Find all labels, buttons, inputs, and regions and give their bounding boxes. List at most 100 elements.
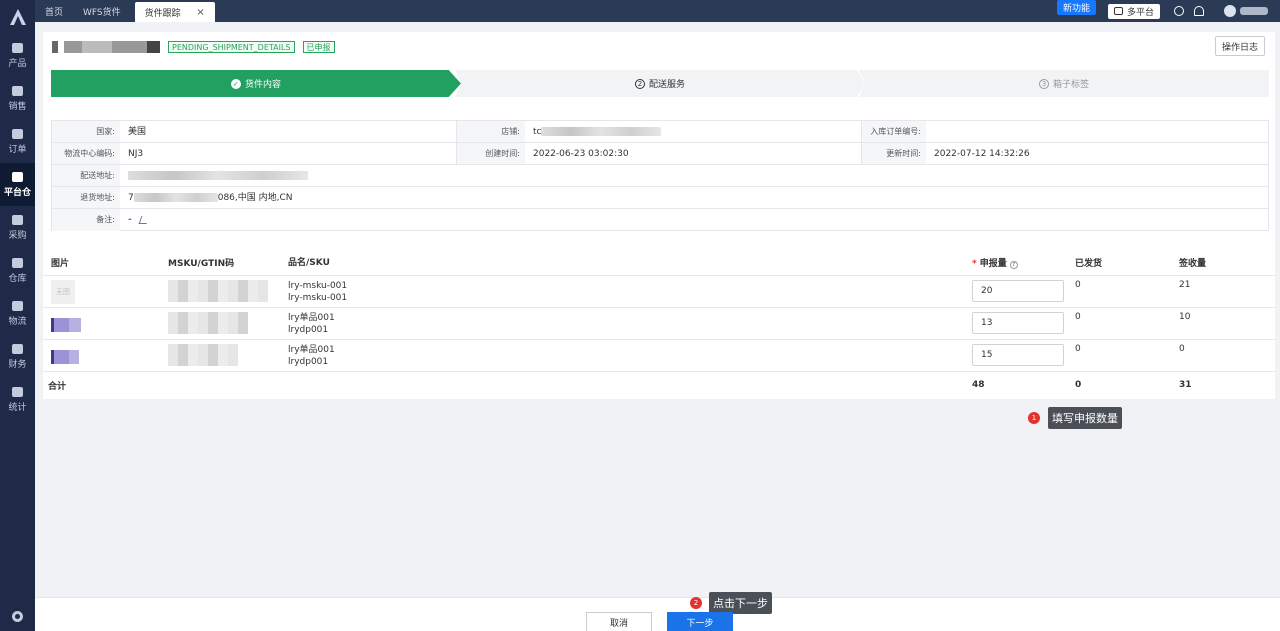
col-received: 签收量 xyxy=(1179,259,1207,269)
sidebar-item-warehouse[interactable]: 仓库 xyxy=(0,249,35,292)
tab-wfs-shipments[interactable]: WFS货件 xyxy=(73,0,131,22)
msku-redacted xyxy=(168,312,248,334)
row-image-cell: 无图 xyxy=(43,280,168,304)
sidebar-item-label: 物流 xyxy=(8,316,27,327)
avatar[interactable] xyxy=(1224,5,1236,17)
sidebar-item-label: 销售 xyxy=(8,101,27,112)
required-asterisk: * xyxy=(972,259,977,269)
main-content: PENDING_SHIPMENT_DETAILS 已申报 操作日志 ✓ 货件内容 … xyxy=(35,22,1280,631)
total-label: 合计 xyxy=(48,381,67,392)
sidebar-item-sales[interactable]: 销售 xyxy=(0,77,35,120)
warehouse-box-icon xyxy=(12,171,23,182)
layers-icon xyxy=(1113,7,1123,15)
row-msku-cell xyxy=(168,312,288,337)
shipment-id-redacted xyxy=(52,41,160,53)
items-table: 图片 MSKU/GTIN码 品名/SKU * 申报量? 已发货 签收量 无图 lr… xyxy=(43,250,1275,399)
gear-icon xyxy=(12,610,23,622)
declared-qty-header: 申报量 xyxy=(979,259,1007,269)
product-thumbnail xyxy=(51,318,81,332)
user-name-redacted[interactable] xyxy=(1240,7,1268,15)
sidebar-item-stats[interactable]: 统计 xyxy=(0,378,35,421)
product-icon xyxy=(12,42,23,53)
download-icon[interactable] xyxy=(1174,6,1184,16)
ship-address-value xyxy=(120,165,1268,186)
inbound-order-value xyxy=(926,121,1268,142)
remark-label: 备注: xyxy=(52,209,120,231)
remark-value: - xyxy=(120,209,1268,231)
updated-time-value: 2022-07-12 14:32:26 xyxy=(934,148,1030,159)
store-value-text: tc xyxy=(533,126,542,137)
ship-address-label: 配送地址: xyxy=(52,165,120,186)
sales-icon xyxy=(12,85,23,96)
declared-qty-input[interactable]: 15 xyxy=(972,344,1064,366)
help-icon[interactable]: ? xyxy=(1009,261,1018,269)
sidebar-item-logistics[interactable]: 物流 xyxy=(0,292,35,335)
tab-label: 首页 xyxy=(45,7,64,18)
edit-pencil-icon[interactable] xyxy=(138,216,150,224)
row-name-sku-cell: lry单品001 lrydp001 xyxy=(288,344,972,368)
logo-icon xyxy=(9,9,26,25)
step-delivery-service[interactable]: 2 配送服务 xyxy=(455,70,865,97)
sidebar-item-finance[interactable]: 财务 xyxy=(0,335,35,378)
sidebar-item-orders[interactable]: 订单 xyxy=(0,120,35,163)
sidebar-item-label: 采购 xyxy=(8,230,27,241)
declared-qty-input[interactable]: 20 xyxy=(972,280,1064,302)
msku-redacted xyxy=(168,280,268,302)
product-sku: lrydp001 xyxy=(288,325,329,335)
tip-badge-2: 2 xyxy=(690,597,702,609)
table-row: 无图 lry-msku-001 lry-msku-001 20 0 21 xyxy=(43,276,1275,308)
tab-home[interactable]: 首页 xyxy=(35,0,73,22)
step-shipment-content[interactable]: ✓ 货件内容 xyxy=(51,70,461,97)
new-feature-button[interactable]: 新功能 xyxy=(1056,0,1096,15)
row-name-sku-cell: lry单品001 lrydp001 xyxy=(288,312,972,336)
product-thumbnail xyxy=(51,350,79,364)
country-value: 美国 xyxy=(120,121,457,142)
msku-redacted xyxy=(168,344,238,366)
table-row: lry单品001 lrydp001 15 0 0 xyxy=(43,340,1275,372)
close-icon[interactable]: × xyxy=(196,7,204,18)
sidebar-item-purchase[interactable]: 采购 xyxy=(0,206,35,249)
return-address-label: 退货地址: xyxy=(52,187,120,208)
sidebar-item-product[interactable]: 产品 xyxy=(0,34,35,77)
pie-chart-icon xyxy=(12,386,23,397)
tab-shipment-tracking[interactable]: 货件跟踪 × xyxy=(134,2,215,22)
tip-badge-1: 1 xyxy=(1028,412,1040,424)
total-declared: 48 xyxy=(972,380,985,390)
country-label: 国家: xyxy=(52,121,120,142)
step-label: 货件内容 xyxy=(244,80,281,90)
product-sku: lrydp001 xyxy=(288,357,329,367)
settings-button[interactable] xyxy=(0,605,35,627)
finance-icon xyxy=(12,343,23,354)
created-time-value: 2022-06-23 03:02:30 xyxy=(525,143,862,164)
inbound-order-label: 入库订单编号: xyxy=(862,121,926,142)
tab-label: WFS货件 xyxy=(83,7,121,18)
operation-log-button[interactable]: 操作日志 xyxy=(1215,36,1265,56)
received-value: 0 xyxy=(1179,344,1185,354)
sidebar-item-label: 财务 xyxy=(8,359,27,370)
multi-platform-button[interactable]: 多平台 xyxy=(1107,3,1160,19)
top-tab-bar: 首页 WFS货件 货件跟踪 × 新功能 多平台 xyxy=(35,0,1280,22)
row-image-cell xyxy=(43,312,168,332)
info-row: 配送地址: xyxy=(52,165,1268,187)
truck-icon xyxy=(12,300,23,311)
product-name: lry单品001 xyxy=(288,313,335,323)
cancel-button[interactable]: 取消 xyxy=(586,612,652,631)
bell-icon[interactable] xyxy=(1194,6,1204,16)
sidebar-item-platform-warehouse[interactable]: 平台仓 xyxy=(0,163,35,206)
tooltip-click-next: 点击下一步 xyxy=(709,592,772,614)
app-logo[interactable] xyxy=(0,0,35,34)
col-declared-qty: * 申报量? xyxy=(972,256,1075,269)
tooltip-fill-qty: 填写申报数量 xyxy=(1048,407,1122,429)
received-value: 10 xyxy=(1179,312,1191,322)
next-step-button[interactable]: 下一步 xyxy=(667,612,733,631)
multi-platform-label: 多平台 xyxy=(1126,7,1154,18)
steps-bar: ✓ 货件内容 2 配送服务 3 箱子标签 xyxy=(51,70,1269,97)
return-address-redacted xyxy=(133,193,218,202)
declared-qty-input[interactable]: 13 xyxy=(972,312,1064,334)
shipment-info-table: 国家: 美国 店铺: tc 入库订单编号: 物流中心编码: NJ3 创建时间: … xyxy=(51,120,1269,231)
shipment-title-row: PENDING_SHIPMENT_DETAILS 已申报 xyxy=(52,40,335,54)
table-header: 图片 MSKU/GTIN码 品名/SKU * 申报量? 已发货 签收量 xyxy=(43,250,1275,276)
row-qty-cell: 15 xyxy=(972,344,1075,366)
info-row: 物流中心编码: NJ3 创建时间: 2022-06-23 03:02:30 更新… xyxy=(52,143,1268,165)
step-box-labels[interactable]: 3 箱子标签 xyxy=(859,70,1269,97)
